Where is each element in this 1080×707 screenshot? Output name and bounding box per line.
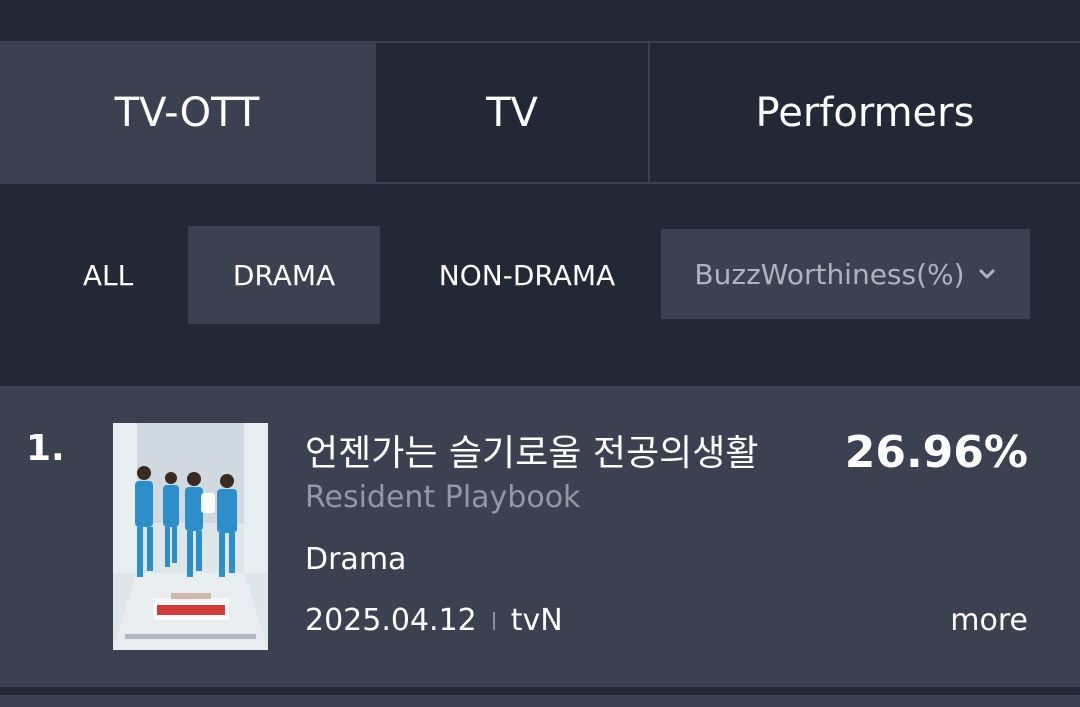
show-meta: 2025.04.12 tvN [305,603,563,638]
more-link[interactable]: more [950,603,1028,638]
poster-illustration [113,423,268,650]
air-date: 2025.04.12 [305,603,477,638]
chevron-down-icon [979,269,995,279]
meta-divider [492,611,495,630]
show-title-english: Resident Playbook [305,480,581,515]
show-title[interactable]: 언젠가는 슬기로울 전공의생활 [305,424,758,476]
row-divider [0,687,1080,695]
buzz-score: 26.96% [844,427,1028,478]
tab-tv[interactable]: TV [374,43,648,182]
main-tabs: TV-OTT TV Performers [0,43,1080,184]
filter-all[interactable]: ALL [60,226,156,324]
channel-name: tvN [510,603,563,638]
tab-tv-ott[interactable]: TV-OTT [0,43,374,182]
poster-image[interactable] [113,423,268,650]
rank-number: 1. [26,428,65,469]
next-list-item[interactable] [0,695,1080,707]
filter-drama[interactable]: DRAMA [188,226,380,324]
filter-bar: ALL DRAMA NON-DRAMA BuzzWorthiness(%) [0,184,1080,385]
genre-label: Drama [305,542,407,577]
top-strip [0,0,1080,43]
sort-selected-label: BuzzWorthiness(%) [694,257,965,291]
filter-non-drama[interactable]: NON-DRAMA [412,226,642,324]
sort-dropdown[interactable]: BuzzWorthiness(%) [661,229,1030,319]
tab-performers[interactable]: Performers [648,43,1080,182]
